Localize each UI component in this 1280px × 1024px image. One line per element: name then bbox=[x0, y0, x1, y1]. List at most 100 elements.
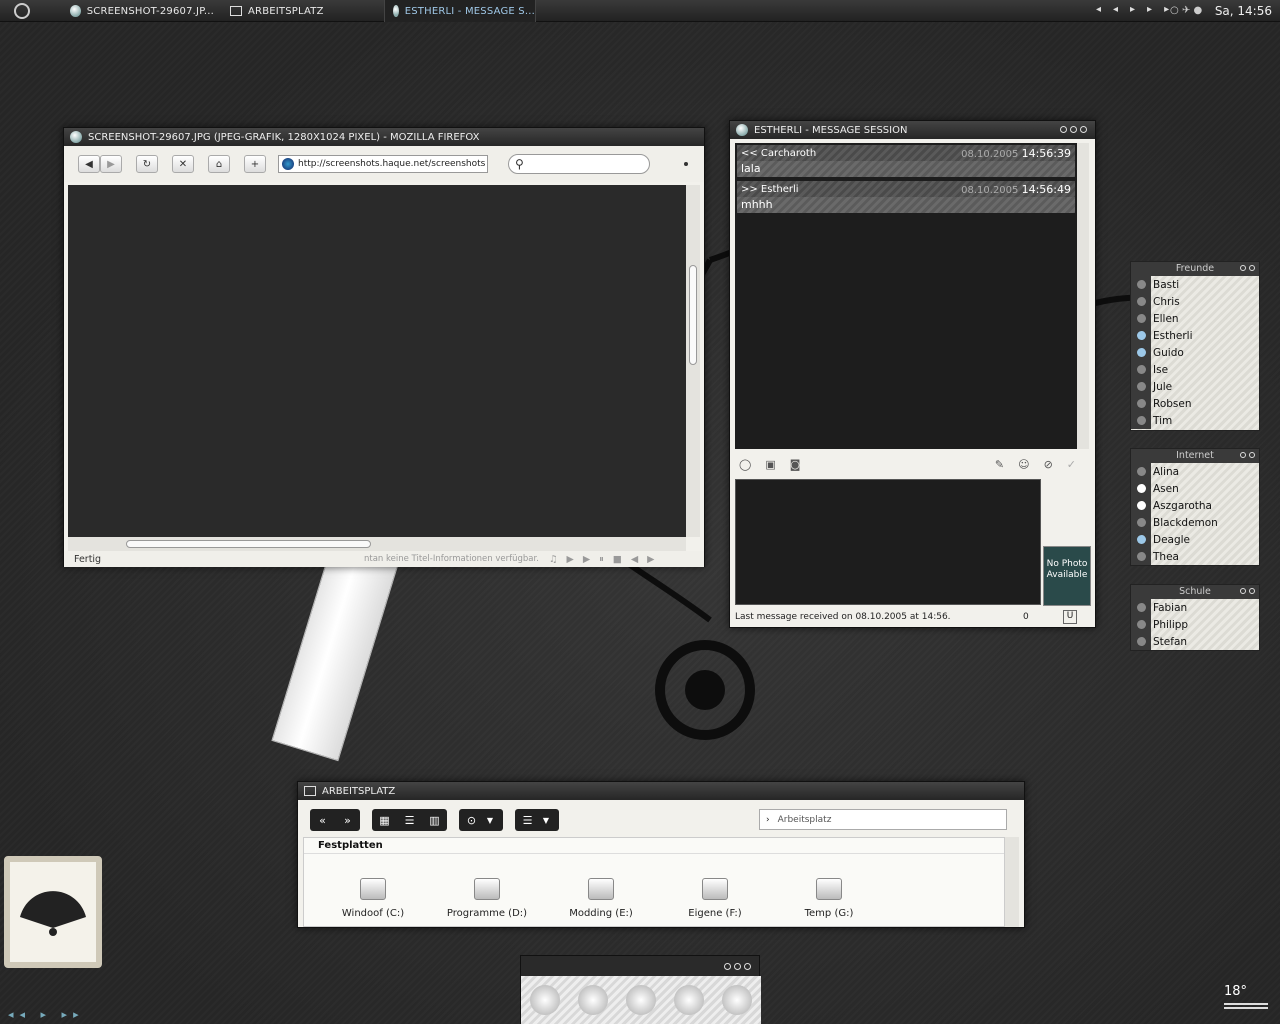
buddy-item[interactable]: Philipp bbox=[1131, 616, 1259, 633]
buddy-item[interactable]: Stefan bbox=[1131, 633, 1259, 650]
buddy-item[interactable]: Asen bbox=[1131, 480, 1259, 497]
buddy-item[interactable]: Guido bbox=[1131, 344, 1259, 361]
media-controls[interactable]: ◂◂▸▸▸ bbox=[1096, 4, 1181, 15]
buddy-item[interactable]: Blackdemon bbox=[1131, 514, 1259, 531]
location-bar[interactable]: › Arbeitsplatz bbox=[759, 809, 1007, 830]
dock-app-icon[interactable] bbox=[530, 985, 560, 1015]
view-buttons[interactable]: ▦ ☰ ▥ bbox=[372, 809, 447, 831]
forward-icon[interactable]: » bbox=[335, 814, 360, 827]
date: 08.10.2005 bbox=[961, 148, 1019, 160]
group-header[interactable]: Internet bbox=[1131, 449, 1259, 463]
block-icon[interactable]: ⊘ bbox=[1044, 458, 1053, 471]
scroll-thumb[interactable] bbox=[126, 540, 371, 548]
task-firefox[interactable]: SCREENSHOT-29607.JP... bbox=[64, 0, 214, 22]
group-header[interactable]: Schule bbox=[1131, 585, 1259, 599]
file-area[interactable]: Festplatten Windoof (C:) Programme (D:) … bbox=[303, 837, 1005, 927]
status-icon[interactable]: ◯ bbox=[739, 458, 751, 471]
fan-scroll-widget[interactable] bbox=[4, 856, 102, 968]
action-menu[interactable]: ⊙ ▼ bbox=[459, 809, 503, 831]
group-header[interactable]: Freunde bbox=[1131, 262, 1259, 276]
dock-controls[interactable] bbox=[721, 960, 751, 973]
drive-g[interactable]: Temp (G:) bbox=[774, 878, 884, 919]
buddy-item[interactable]: Ise bbox=[1131, 361, 1259, 378]
user-icon[interactable]: ◙ bbox=[790, 458, 801, 471]
buddy-item[interactable]: Thea bbox=[1131, 548, 1259, 565]
chat-history[interactable]: << Carcharoth 08.10.2005 14:56:39 lala >>… bbox=[735, 143, 1077, 449]
start-menu-icon[interactable] bbox=[14, 3, 30, 19]
stop-button[interactable]: ✕ bbox=[172, 155, 194, 173]
menu-dot-icon[interactable] bbox=[684, 162, 688, 166]
check-icon[interactable]: ✓ bbox=[1067, 458, 1076, 471]
buddy-item[interactable]: Fabian bbox=[1131, 599, 1259, 616]
dock-app-icon[interactable] bbox=[674, 985, 704, 1015]
media-player-controls[interactable]: ◂◂ ▸ ▸▸ bbox=[8, 1008, 85, 1021]
hard-drive-icon bbox=[474, 878, 500, 900]
drive-d[interactable]: Programme (D:) bbox=[432, 878, 542, 919]
emoticon-icon[interactable]: ☺ bbox=[1018, 458, 1029, 471]
home-button[interactable]: ⌂ bbox=[208, 155, 230, 173]
drive-c[interactable]: Windoof (C:) bbox=[318, 878, 428, 919]
last-message-status: Last message received on 08.10.2005 at 1… bbox=[735, 612, 951, 622]
window-title: ESTHERLI - MESSAGE SESSION bbox=[754, 124, 908, 136]
dock-app-icon[interactable] bbox=[626, 985, 656, 1015]
forward-button[interactable]: ▶ bbox=[100, 155, 122, 173]
buddy-item[interactable]: Alina bbox=[1131, 463, 1259, 480]
message-input[interactable] bbox=[735, 479, 1041, 605]
window-controls[interactable] bbox=[1057, 125, 1087, 136]
url-bar[interactable]: http://screenshots.haque.net/screenshots bbox=[278, 155, 488, 173]
search-box[interactable]: ⚲ bbox=[508, 154, 650, 174]
status-text: Fertig bbox=[74, 553, 102, 565]
message-2: >> Estherli 08.10.2005 14:56:49 mhhh bbox=[737, 181, 1075, 213]
explorer-scrollbar[interactable] bbox=[1005, 837, 1019, 927]
location-text: Arbeitsplatz bbox=[777, 814, 832, 825]
buddy-item[interactable]: Chris bbox=[1131, 293, 1259, 310]
horizontal-scrollbar[interactable] bbox=[68, 537, 686, 551]
buddy-item[interactable]: Jule bbox=[1131, 378, 1259, 395]
attach-icon[interactable]: ✎ bbox=[995, 458, 1004, 471]
buddy-item[interactable]: Robsen bbox=[1131, 395, 1259, 412]
buddy-item[interactable]: Aszgarotha bbox=[1131, 497, 1259, 514]
u-button[interactable]: U bbox=[1063, 610, 1077, 624]
buddy-item[interactable]: Ellen bbox=[1131, 310, 1259, 327]
list-view-icon[interactable]: ☰ bbox=[397, 814, 422, 827]
contact-card-icon[interactable]: ▣ bbox=[765, 458, 775, 471]
chat-scrollbar[interactable] bbox=[1077, 143, 1089, 449]
buddy-item[interactable]: Tim bbox=[1131, 412, 1259, 429]
explorer-titlebar[interactable]: ARBEITSPLATZ bbox=[298, 782, 1024, 800]
arrange-menu[interactable]: ☰ ▼ bbox=[515, 809, 559, 831]
firefox-titlebar[interactable]: SCREENSHOT-29607.JPG (JPEG-GRAFIK, 1280X… bbox=[64, 128, 704, 146]
media-status-icons[interactable]: ♫▶▶⏸■◀▶ bbox=[549, 554, 663, 565]
tray-icons[interactable]: ○ ✈ ● bbox=[1170, 5, 1202, 16]
reload-button[interactable]: ↻ bbox=[136, 155, 158, 173]
vertical-scrollbar[interactable] bbox=[686, 185, 700, 537]
icon-view-icon[interactable]: ▦ bbox=[372, 814, 397, 827]
explorer-window: ARBEITSPLATZ «» ▦ ☰ ▥ ⊙ ▼ ☰ ▼ › Arbeitsplatz … bbox=[297, 781, 1025, 928]
back-button[interactable]: ◀ bbox=[78, 155, 100, 173]
drive-f[interactable]: Eigene (F:) bbox=[660, 878, 770, 919]
buddy-item[interactable]: Deagle bbox=[1131, 531, 1259, 548]
message-1: << Carcharoth 08.10.2005 14:56:39 lala bbox=[737, 145, 1075, 177]
buddy-item[interactable]: Basti bbox=[1131, 276, 1259, 293]
column-view-icon[interactable]: ▥ bbox=[422, 814, 447, 827]
buddy-group-internet: Internet Alina Asen Aszgarotha Blackdemo… bbox=[1130, 448, 1260, 566]
back-icon[interactable]: « bbox=[310, 814, 335, 827]
scroll-thumb[interactable] bbox=[689, 265, 697, 365]
chat-icon bbox=[736, 124, 748, 136]
drive-label: Temp (G:) bbox=[804, 908, 854, 919]
task-message-session[interactable]: ESTHERLI - MESSAGE S... bbox=[384, 0, 536, 22]
new-tab-button[interactable]: + bbox=[244, 155, 266, 173]
dock-app-icon[interactable] bbox=[578, 985, 608, 1015]
menu-icon: ☰ bbox=[522, 813, 533, 827]
weather-icon bbox=[1224, 1003, 1268, 1009]
task-arbeitsplatz[interactable]: ARBEITSPLATZ bbox=[224, 0, 374, 22]
task-label: ESTHERLI - MESSAGE S... bbox=[404, 5, 535, 17]
dock-app-icon[interactable] bbox=[722, 985, 752, 1015]
drive-e[interactable]: Modding (E:) bbox=[546, 878, 656, 919]
url-text: http://screenshots.haque.net/screenshots bbox=[298, 159, 486, 169]
page-content[interactable] bbox=[68, 185, 686, 537]
weather-widget[interactable]: 18° bbox=[1224, 984, 1268, 1009]
buddy-item[interactable]: Estherli bbox=[1131, 327, 1259, 344]
history-buttons[interactable]: «» bbox=[310, 809, 360, 831]
buddy-group-schule: Schule Fabian Philipp Stefan bbox=[1130, 584, 1260, 651]
chat-titlebar[interactable]: ESTHERLI - MESSAGE SESSION bbox=[730, 121, 1095, 139]
